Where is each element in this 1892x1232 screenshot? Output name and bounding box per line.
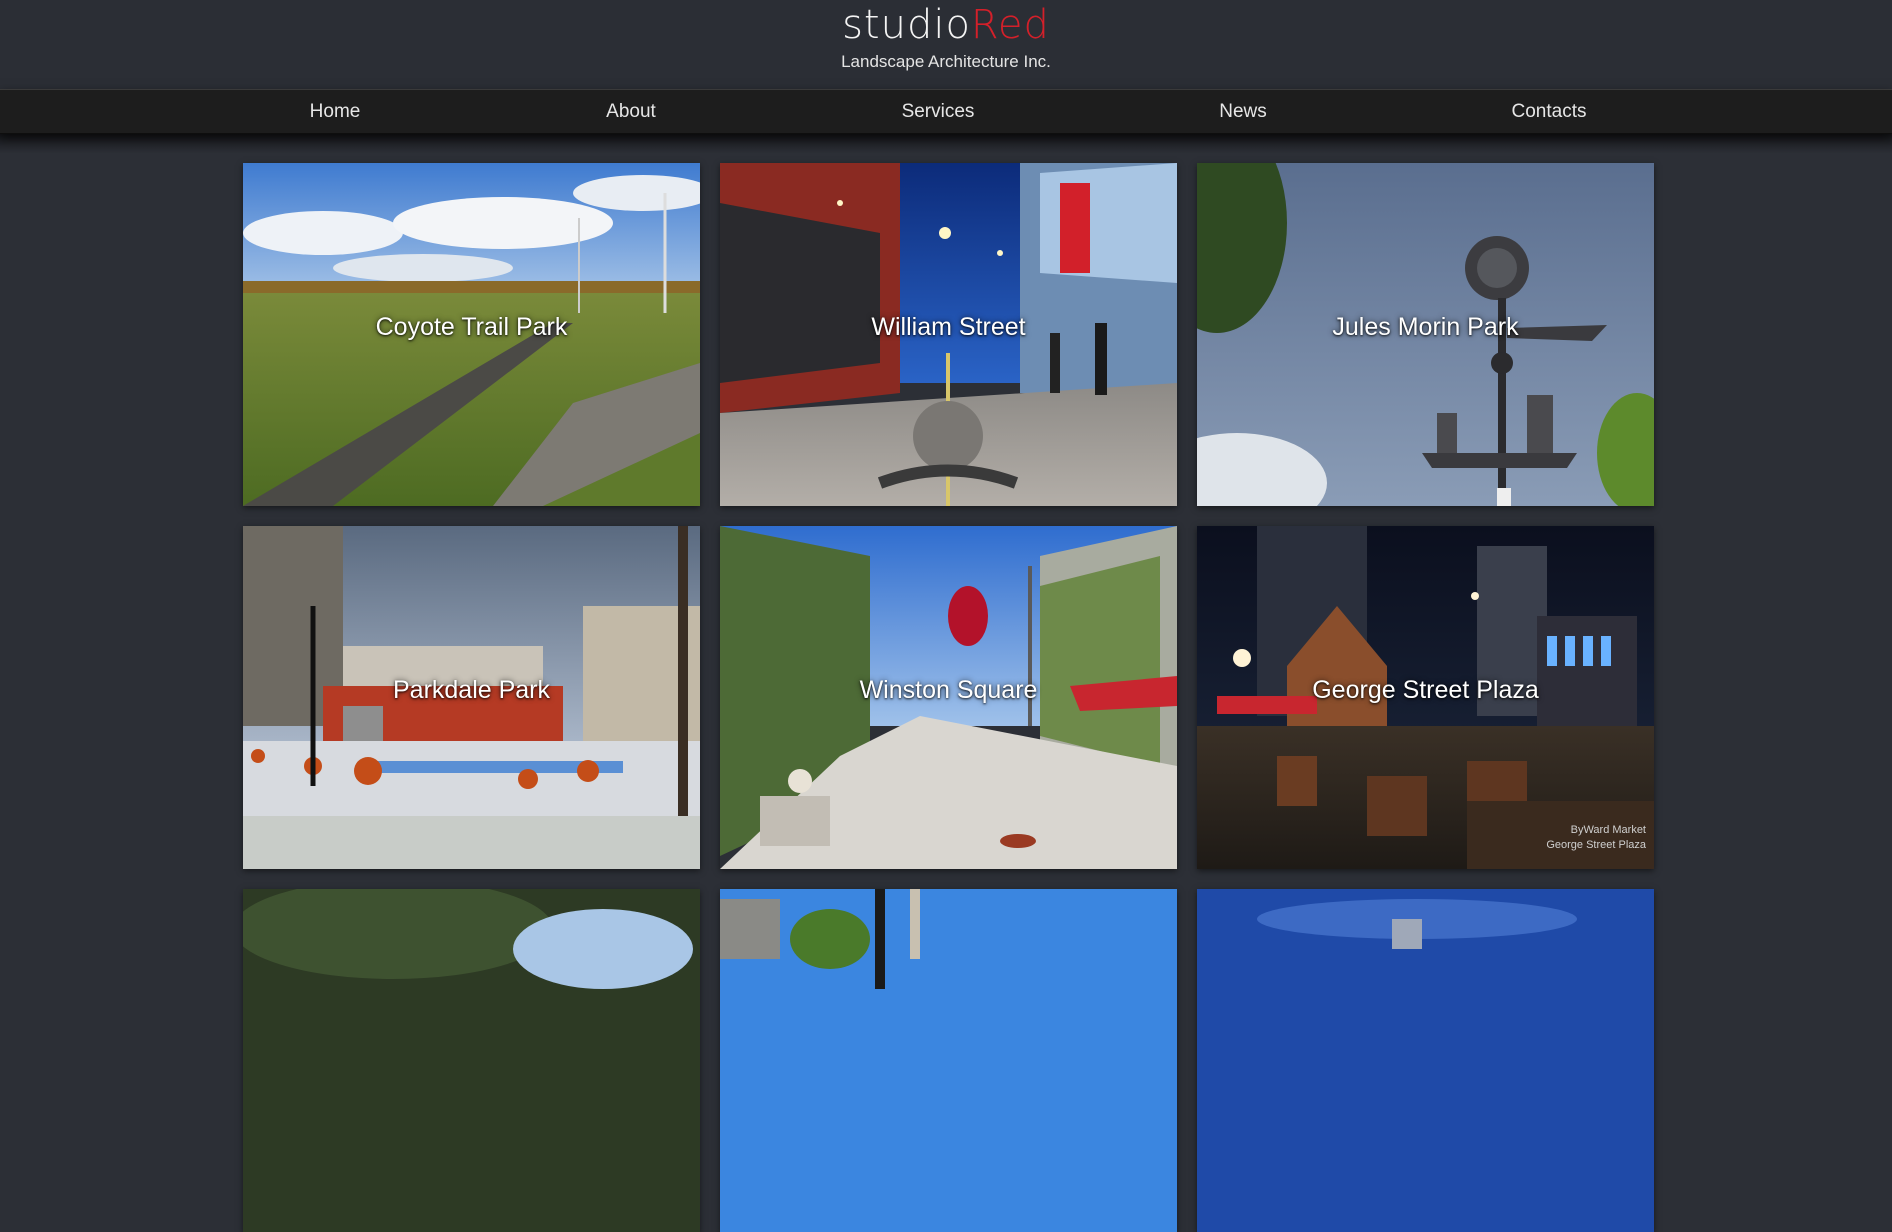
logo-text-studio: studio <box>842 2 971 48</box>
project-tile-parkdale-park[interactable]: Parkdale Park <box>243 526 700 869</box>
project-tile-row3-1[interactable] <box>243 889 700 1232</box>
project-title: Coyote Trail Park <box>375 313 568 341</box>
tagline: Landscape Architecture Inc. <box>841 52 1051 71</box>
nav-item-about[interactable]: About <box>571 90 691 134</box>
site-header: studioRed Landscape Architecture Inc. <box>0 0 1892 90</box>
project-tile-jules-morin-park[interactable]: Jules Morin Park <box>1197 163 1654 506</box>
project-tile-coyote-trail-park[interactable]: Coyote Trail Park <box>243 163 700 506</box>
project-tile-william-street[interactable]: William Street <box>720 163 1177 506</box>
project-tile-winston-square[interactable]: Winston Square <box>720 526 1177 869</box>
watermark-line-1: ByWard Market <box>1570 824 1646 836</box>
logo-text-red: Red <box>970 2 1050 48</box>
project-tile-george-street-plaza[interactable]: George Street Plaza ByWard Market George… <box>1197 526 1654 869</box>
logo[interactable]: studioRed <box>0 2 1892 48</box>
project-title: Parkdale Park <box>392 676 551 704</box>
nav-item-home[interactable]: Home <box>275 90 395 134</box>
project-title: George Street Plaza <box>1312 676 1539 704</box>
nav-item-contacts[interactable]: Contacts <box>1489 90 1609 134</box>
row3-photo-2 <box>720 889 1177 1232</box>
main-nav: Home About Services News Contacts <box>0 89 1892 134</box>
nav-shadow <box>0 133 1892 153</box>
project-title: William Street <box>871 313 1026 341</box>
project-title: Winston Square <box>859 676 1038 704</box>
project-title: Jules Morin Park <box>1332 313 1519 341</box>
nav-item-services[interactable]: Services <box>878 90 998 134</box>
row3-photo-1 <box>243 889 700 1232</box>
photo-watermark: ByWard Market George Street Plaza <box>1546 823 1646 853</box>
watermark-line-2: George Street Plaza <box>1546 839 1646 851</box>
nav-item-news[interactable]: News <box>1183 90 1303 134</box>
row3-photo-3 <box>1197 889 1654 1232</box>
project-tile-row3-2[interactable] <box>720 889 1177 1232</box>
project-tile-row3-3[interactable] <box>1197 889 1654 1232</box>
